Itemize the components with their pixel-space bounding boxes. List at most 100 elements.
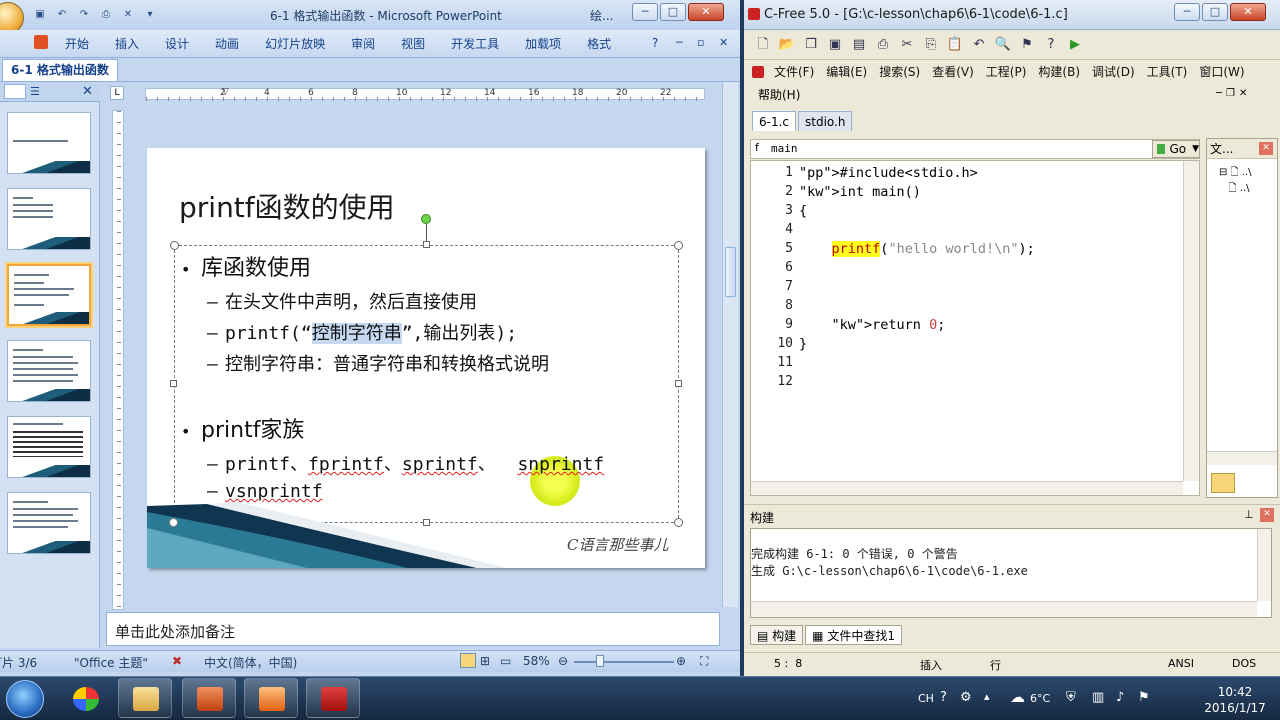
zoom-in-icon[interactable]: ⊕ [676, 654, 686, 668]
code-editor[interactable]: 1 "pp">#include<stdio.h> 2 "kw">int main() 3… [750, 160, 1200, 496]
taskbar-app-explorer[interactable] [118, 678, 172, 718]
file-tab-stdio[interactable]: stdio.h [798, 111, 853, 131]
zoom-out-icon[interactable]: ⊖ [558, 654, 568, 668]
menu-help[interactable]: 帮助(H) [758, 86, 800, 103]
cfree-maximize-button[interactable]: □ [1202, 3, 1228, 21]
customize-qat-icon[interactable]: ▾ [142, 8, 158, 22]
ribbon-tab-8[interactable]: 加载项 [512, 30, 574, 58]
flag-icon[interactable]: ⚑ [1138, 690, 1150, 705]
taskbar-app-office[interactable] [244, 678, 298, 718]
code-line[interactable]: "pp">#include<stdio.h> [799, 165, 978, 181]
tray-settings-icon[interactable]: ⚙ [960, 690, 972, 705]
save-all-icon[interactable]: ▤ [850, 36, 868, 54]
slide-thumbnail-4[interactable] [7, 340, 91, 402]
menu-item-1[interactable]: 编辑(E) [822, 60, 871, 84]
file-tree[interactable]: ⊟ 🗋 ..\ 🗋 ..\ [1219, 165, 1252, 197]
undo-icon[interactable]: ↶ [54, 8, 70, 22]
file-panel-hscroll[interactable] [1207, 451, 1277, 465]
clock[interactable]: 10:42 2016/1/17 [1200, 684, 1270, 716]
mdi-restore-icon[interactable]: ❐ [1226, 88, 1235, 99]
ribbon-tab-1[interactable]: 插入 [102, 30, 152, 58]
cfree-close-button[interactable]: ✕ [1230, 3, 1266, 21]
tab-selector[interactable]: L [110, 86, 124, 100]
zoom-slider-thumb[interactable] [596, 655, 604, 667]
spellcheck-icon[interactable]: ✖ [172, 654, 182, 668]
find-icon[interactable]: 🔍 [994, 36, 1012, 54]
slide-title[interactable]: printf函数的使用 [179, 186, 395, 226]
slide-sorter-icon[interactable]: ⊞ [480, 654, 490, 668]
taskbar-app-picasa[interactable] [58, 678, 112, 718]
minimize-button[interactable]: ─ [632, 3, 658, 21]
open-project-icon[interactable]: ❐ [802, 36, 820, 54]
editor-vertical-scrollbar[interactable] [1183, 161, 1199, 481]
code-line[interactable]: { [799, 203, 807, 219]
go-dropdown-icon[interactable]: ▼ [1192, 141, 1199, 157]
open-folder-icon[interactable]: 📂 [778, 36, 796, 54]
folder-tab-icon[interactable] [1211, 473, 1235, 493]
slide-thumbnail-6[interactable] [7, 492, 91, 554]
slide-thumbnail-1[interactable] [7, 112, 91, 174]
ribbon-tab-5[interactable]: 审阅 [338, 30, 388, 58]
ribbon-close-icon[interactable]: ✕ [719, 36, 728, 49]
new-file-icon[interactable]: 🗋 [754, 36, 772, 54]
run-icon[interactable]: ▶ [1066, 36, 1084, 54]
menu-item-0[interactable]: 文件(F) [770, 60, 818, 84]
code-line[interactable]: printf("hello world!\n"); [799, 241, 1035, 257]
redo-icon[interactable]: ↷ [76, 8, 92, 22]
editor-horizontal-scrollbar[interactable] [751, 481, 1183, 495]
slide-canvas[interactable]: printf函数的使用 • 库函数使用 – 在头文件中声明，然后直接使用 – prin… [147, 148, 705, 568]
undo-icon[interactable]: ↶ [970, 36, 988, 54]
ribbon-tab-3[interactable]: 动画 [202, 30, 252, 58]
network-icon[interactable]: ▥ [1092, 690, 1104, 705]
slides-tab[interactable] [4, 84, 26, 99]
menu-item-2[interactable]: 搜索(S) [875, 60, 924, 84]
slideshow-icon[interactable]: ▭ [500, 654, 511, 668]
ribbon-restore-icon[interactable]: ▫ [697, 36, 704, 49]
tray-expand-icon[interactable]: ▴ [984, 690, 990, 703]
resize-handle-r[interactable] [675, 380, 682, 387]
selected-text[interactable]: 控制字符串 [311, 323, 402, 344]
slide-thumbnail-5[interactable] [7, 416, 91, 478]
rotation-handle[interactable] [421, 214, 431, 224]
build-output[interactable]: 完成构建 6-1: 0 个错误, 0 个警告 生成 G:\c-lesson\ch… [750, 528, 1272, 618]
status-language[interactable]: 中文(简体，中国) [204, 654, 297, 671]
start-button[interactable] [6, 680, 44, 718]
menu-item-7[interactable]: 工具(T) [1143, 60, 1192, 84]
code-line[interactable]: } [799, 336, 807, 352]
save-icon[interactable]: ▣ [826, 36, 844, 54]
fit-to-window-icon[interactable]: ⛶ [700, 654, 708, 669]
build-pin-icon[interactable]: ⊥ [1244, 508, 1254, 521]
resize-handle-tl[interactable] [170, 241, 179, 250]
outline-tab-icon[interactable]: ☰ [30, 85, 40, 98]
menu-item-3[interactable]: 查看(V) [928, 60, 978, 84]
cut-icon[interactable]: ✂ [898, 36, 916, 54]
taskbar-app-cfree[interactable] [306, 678, 360, 718]
security-shield-icon[interactable]: ⛨ [1066, 690, 1076, 705]
ribbon-tab-2[interactable]: 设计 [152, 30, 202, 58]
build-close-icon[interactable]: ✕ [1260, 508, 1274, 522]
tab-build[interactable]: ▤ 构建 [750, 625, 804, 645]
slide-vertical-scrollbar[interactable] [722, 82, 738, 607]
slide-thumbnail-3-selected[interactable] [7, 264, 91, 326]
weather-temp[interactable]: 6°C [1030, 692, 1050, 705]
volume-icon[interactable]: ♪ [1116, 690, 1124, 705]
tray-help-icon[interactable]: ? [940, 690, 947, 705]
ribbon-tab-6[interactable]: 视图 [388, 30, 438, 58]
resize-handle-tr[interactable] [674, 241, 683, 250]
doc-tab-active[interactable]: 6-1 格式输出函数 [2, 59, 118, 81]
menu-item-8[interactable]: 窗口(W) [1195, 60, 1248, 84]
build-hscroll[interactable] [751, 601, 1257, 617]
zoom-level[interactable]: 58% [523, 654, 550, 668]
status-theme[interactable]: "Office 主题" [74, 654, 148, 671]
paste-icon[interactable]: 📋 [946, 36, 964, 54]
tab-find-in-files[interactable]: ▦ 文件中查找1 [805, 625, 902, 645]
normal-view-icon[interactable] [460, 653, 476, 668]
ribbon-tab-4[interactable]: 幻灯片放映 [252, 30, 338, 58]
ribbon-tab-7[interactable]: 开发工具 [438, 30, 512, 58]
close-doc-icon[interactable]: ✕ [120, 8, 136, 22]
go-button[interactable]: Go ▼ [1152, 140, 1200, 158]
copy-icon[interactable]: ⎘ [922, 36, 940, 54]
file-tab-6-1c[interactable]: 6-1.c [752, 111, 797, 131]
ribbon-minimize-icon[interactable]: ─ [676, 36, 683, 49]
build-vscroll[interactable] [1257, 529, 1271, 601]
